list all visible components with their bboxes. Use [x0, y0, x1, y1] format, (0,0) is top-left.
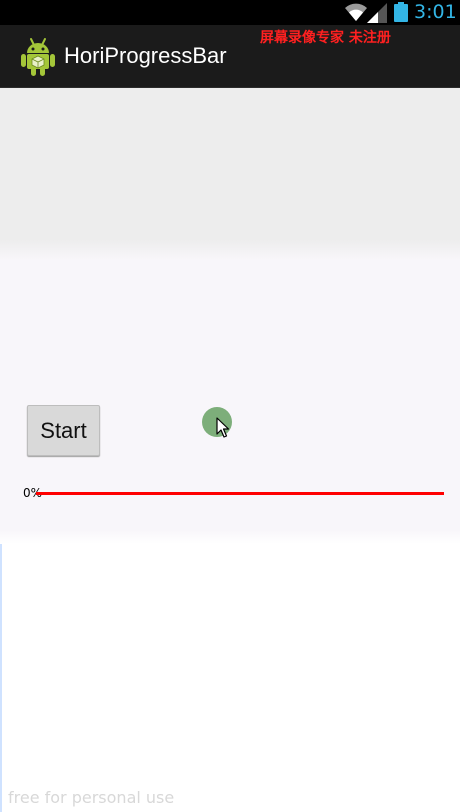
content-area: Start 0% [0, 88, 460, 812]
wifi-icon [345, 3, 367, 21]
battery-icon [394, 2, 408, 22]
android-icon [21, 38, 55, 76]
signal-icon [367, 3, 387, 23]
header-band [0, 88, 460, 240]
bottom-watermark: free for personal use [8, 788, 175, 807]
band-fade [0, 240, 460, 260]
main-panel [0, 260, 460, 530]
progress-bar [36, 492, 444, 495]
app-title: HoriProgressBar [64, 43, 227, 68]
panel-fade [0, 530, 460, 544]
start-button[interactable]: Start [27, 405, 100, 456]
status-time: 3:01 [414, 1, 457, 23]
cursor-icon [216, 417, 230, 438]
recorder-watermark: 屏幕录像专家 未注册 [260, 30, 391, 46]
status-bar: 3:01 [0, 0, 460, 25]
action-bar: HoriProgressBar 屏幕录像专家 未注册 [0, 25, 460, 88]
